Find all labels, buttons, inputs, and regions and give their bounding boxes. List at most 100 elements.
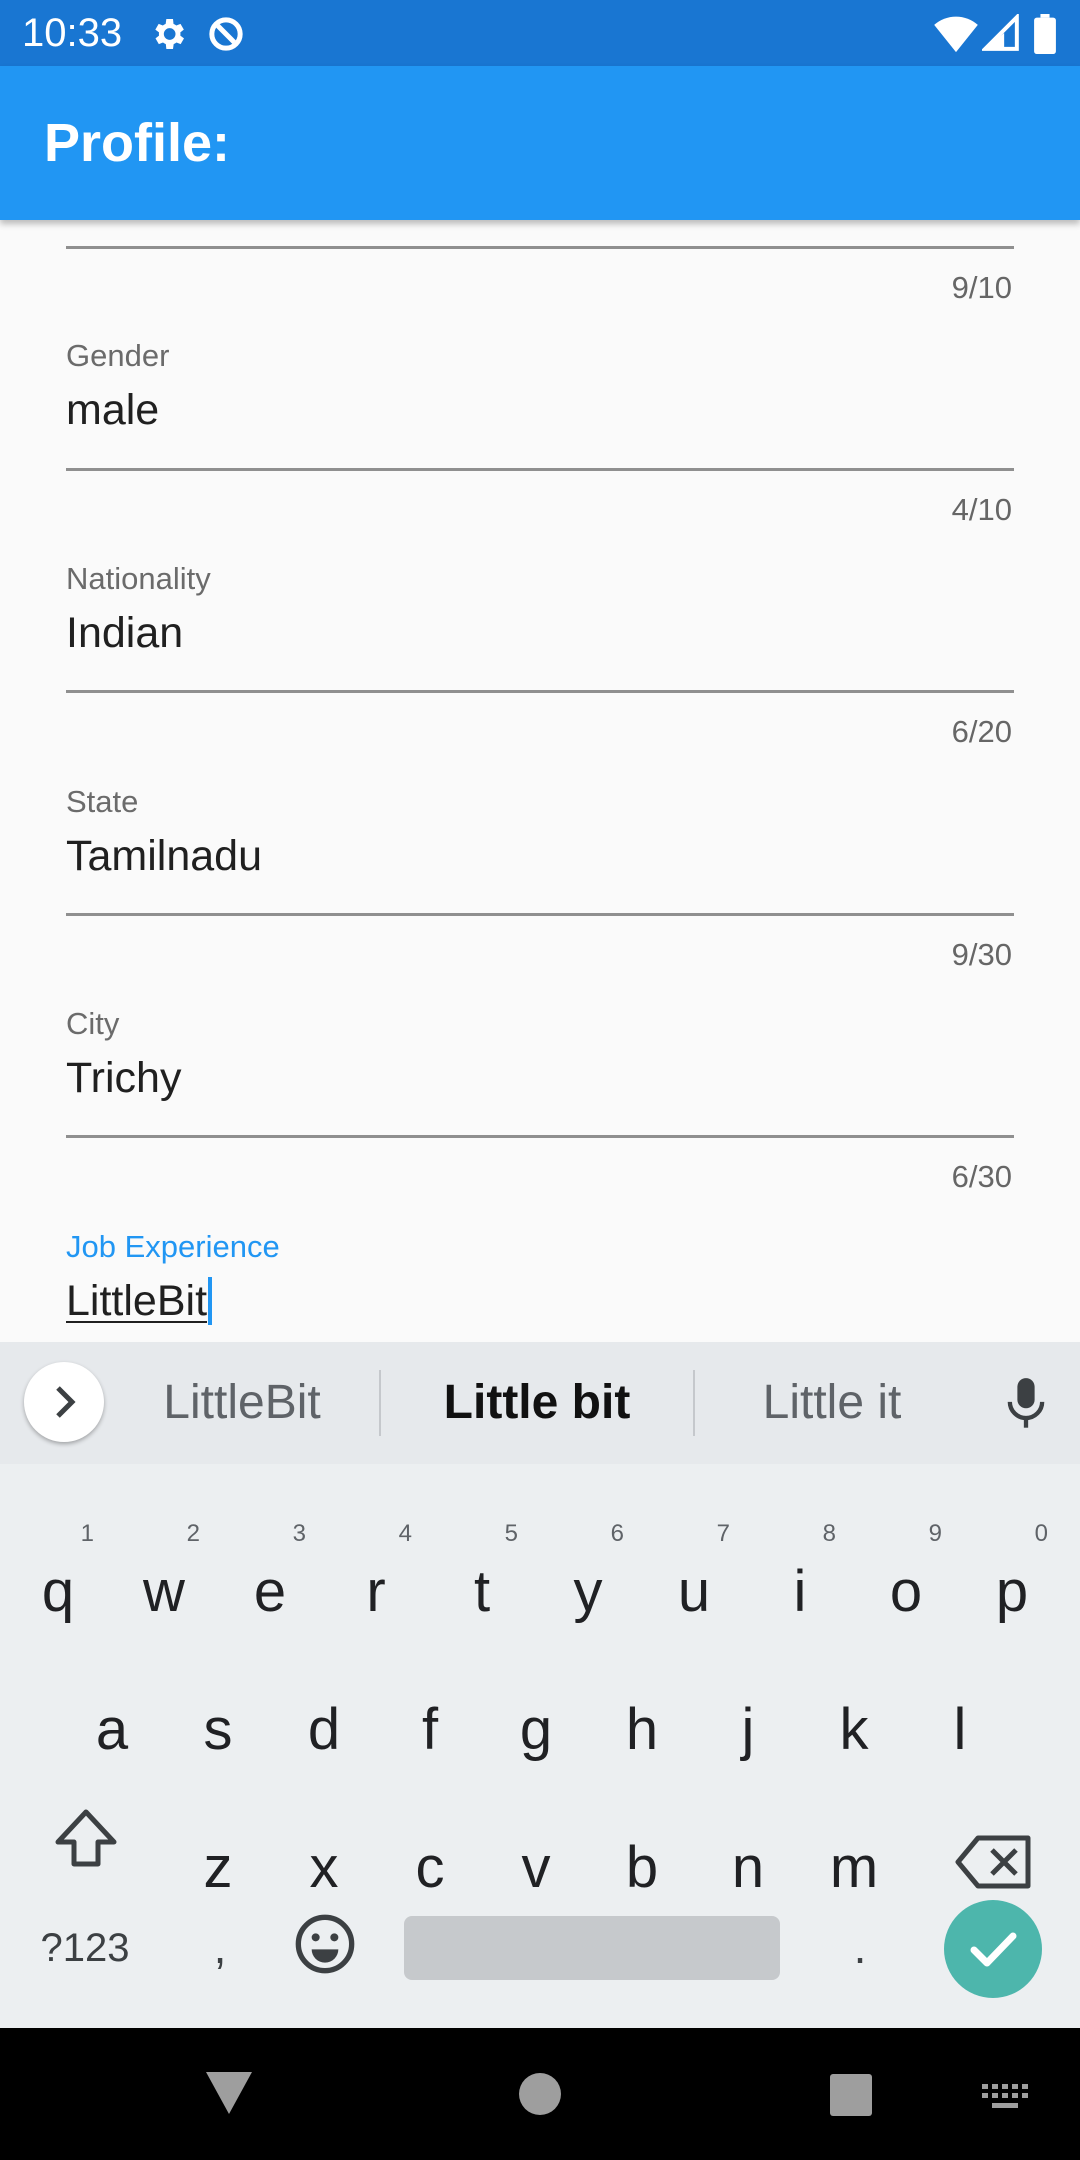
key-hint: 4	[398, 1520, 412, 1547]
key-label: o	[889, 1559, 923, 1624]
emoji-key[interactable]	[288, 1912, 362, 1986]
state-counter: 9/30	[951, 937, 1012, 972]
gender-underline	[66, 468, 1014, 471]
status-time: 10:33	[22, 11, 123, 55]
gender-counter: 4/10	[951, 492, 1012, 527]
symbols-key[interactable]: ?123	[20, 1910, 150, 1986]
backspace-icon	[955, 1835, 1031, 1889]
key-j[interactable]: j	[698, 1670, 798, 1790]
data-saver-icon	[206, 14, 246, 59]
text-cursor	[208, 1277, 213, 1325]
key-label: r	[366, 1559, 386, 1624]
suggestion-strip: LittleBit Little bit Little it	[0, 1342, 1080, 1464]
key-f[interactable]: f	[380, 1670, 480, 1790]
key-label: q	[41, 1559, 75, 1624]
key-c[interactable]: c	[380, 1808, 480, 1928]
key-a[interactable]: a	[62, 1670, 162, 1790]
keyboard-switch-icon[interactable]	[982, 2084, 1028, 2115]
expand-toolbar-button[interactable]	[24, 1362, 104, 1442]
key-label: e	[253, 1559, 287, 1624]
signal-icon	[980, 12, 1020, 57]
key-n[interactable]: n	[698, 1808, 798, 1928]
key-x[interactable]: x	[274, 1808, 374, 1928]
comma-key[interactable]: ,	[180, 1902, 260, 1992]
wifi-icon	[934, 14, 978, 59]
key-hint: 2	[186, 1520, 200, 1547]
page-title: Profile:	[44, 113, 231, 173]
shift-icon	[55, 1809, 117, 1867]
key-hint: 3	[292, 1520, 306, 1547]
period-key[interactable]: .	[820, 1902, 900, 1992]
soft-keyboard: LittleBit Little bit Little it 1q 2w 3e …	[0, 1342, 1080, 2028]
battery-icon	[1034, 14, 1056, 59]
key-hint: 0	[1034, 1520, 1048, 1547]
key-label: p	[995, 1559, 1029, 1624]
key-u[interactable]: 7u	[644, 1520, 744, 1652]
key-h[interactable]: h	[592, 1670, 692, 1790]
key-l[interactable]: l	[910, 1670, 1010, 1790]
key-hint: 6	[610, 1520, 624, 1547]
city-label: City	[66, 1006, 120, 1041]
job-experience-value: LittleBit	[66, 1277, 208, 1325]
nationality-value[interactable]: Indian	[66, 606, 183, 660]
key-e[interactable]: 3e	[220, 1520, 320, 1652]
key-v[interactable]: v	[486, 1808, 586, 1928]
city-underline	[66, 1135, 1014, 1138]
app-bar: Profile:	[0, 66, 1080, 220]
job-experience-label: Job Experience	[66, 1229, 280, 1264]
key-s[interactable]: s	[168, 1670, 268, 1790]
key-y[interactable]: 6y	[538, 1520, 638, 1652]
suggestion-1[interactable]: LittleBit	[122, 1370, 362, 1436]
job-experience-input[interactable]: LittleBit	[66, 1274, 213, 1328]
nationality-counter: 6/20	[951, 714, 1012, 749]
key-hint: 5	[504, 1520, 518, 1547]
city-value[interactable]: Trichy	[66, 1051, 181, 1105]
gender-value[interactable]: male	[66, 383, 159, 437]
key-r[interactable]: 4r	[326, 1520, 426, 1652]
settings-icon	[148, 14, 188, 59]
nationality-label: Nationality	[66, 561, 211, 596]
state-underline	[66, 913, 1014, 916]
gender-label: Gender	[66, 338, 170, 373]
profile-form: 9/10 Gender male 4/10 Nationality Indian…	[0, 220, 1080, 1342]
state-value[interactable]: Tamilnadu	[66, 829, 262, 883]
suggestion-divider	[693, 1370, 695, 1436]
city-counter: 6/30	[951, 1159, 1012, 1194]
key-label: y	[573, 1559, 603, 1624]
key-i[interactable]: 8i	[750, 1520, 850, 1652]
chevron-right-icon	[56, 1386, 76, 1418]
suggestion-2[interactable]: Little bit	[397, 1370, 677, 1436]
key-b[interactable]: b	[592, 1808, 692, 1928]
backspace-key[interactable]	[944, 1812, 1044, 1912]
key-hint: 8	[822, 1520, 836, 1547]
shift-key[interactable]	[36, 1782, 136, 1892]
nationality-underline	[66, 690, 1014, 693]
key-w[interactable]: 2w	[114, 1520, 214, 1652]
key-label: u	[677, 1559, 711, 1624]
navigation-bar	[0, 2028, 1080, 2160]
key-t[interactable]: 5t	[432, 1520, 532, 1652]
home-icon[interactable]	[518, 2072, 562, 2121]
suggestion-3[interactable]: Little it	[712, 1370, 952, 1436]
suggestion-divider	[379, 1370, 381, 1436]
key-p[interactable]: 0p	[962, 1520, 1062, 1652]
key-o[interactable]: 9o	[856, 1520, 956, 1652]
enter-key[interactable]	[944, 1900, 1042, 1998]
previous-field-counter: 9/10	[951, 270, 1012, 305]
recents-icon[interactable]	[830, 2074, 872, 2121]
key-k[interactable]: k	[804, 1670, 904, 1790]
back-icon[interactable]	[204, 2070, 254, 2121]
key-q[interactable]: 1q	[8, 1520, 108, 1652]
key-g[interactable]: g	[486, 1670, 586, 1790]
key-label: t	[473, 1559, 491, 1624]
previous-field-underline	[66, 246, 1014, 249]
key-hint: 9	[928, 1520, 942, 1547]
status-bar: 10:33	[0, 0, 1080, 66]
checkmark-icon	[970, 1932, 1017, 1967]
key-hint: 7	[716, 1520, 730, 1547]
key-hint: 1	[80, 1520, 94, 1547]
emoji-icon	[295, 1914, 355, 1974]
spacebar[interactable]	[404, 1916, 780, 1980]
microphone-icon[interactable]	[1000, 1376, 1052, 1437]
key-d[interactable]: d	[274, 1670, 374, 1790]
